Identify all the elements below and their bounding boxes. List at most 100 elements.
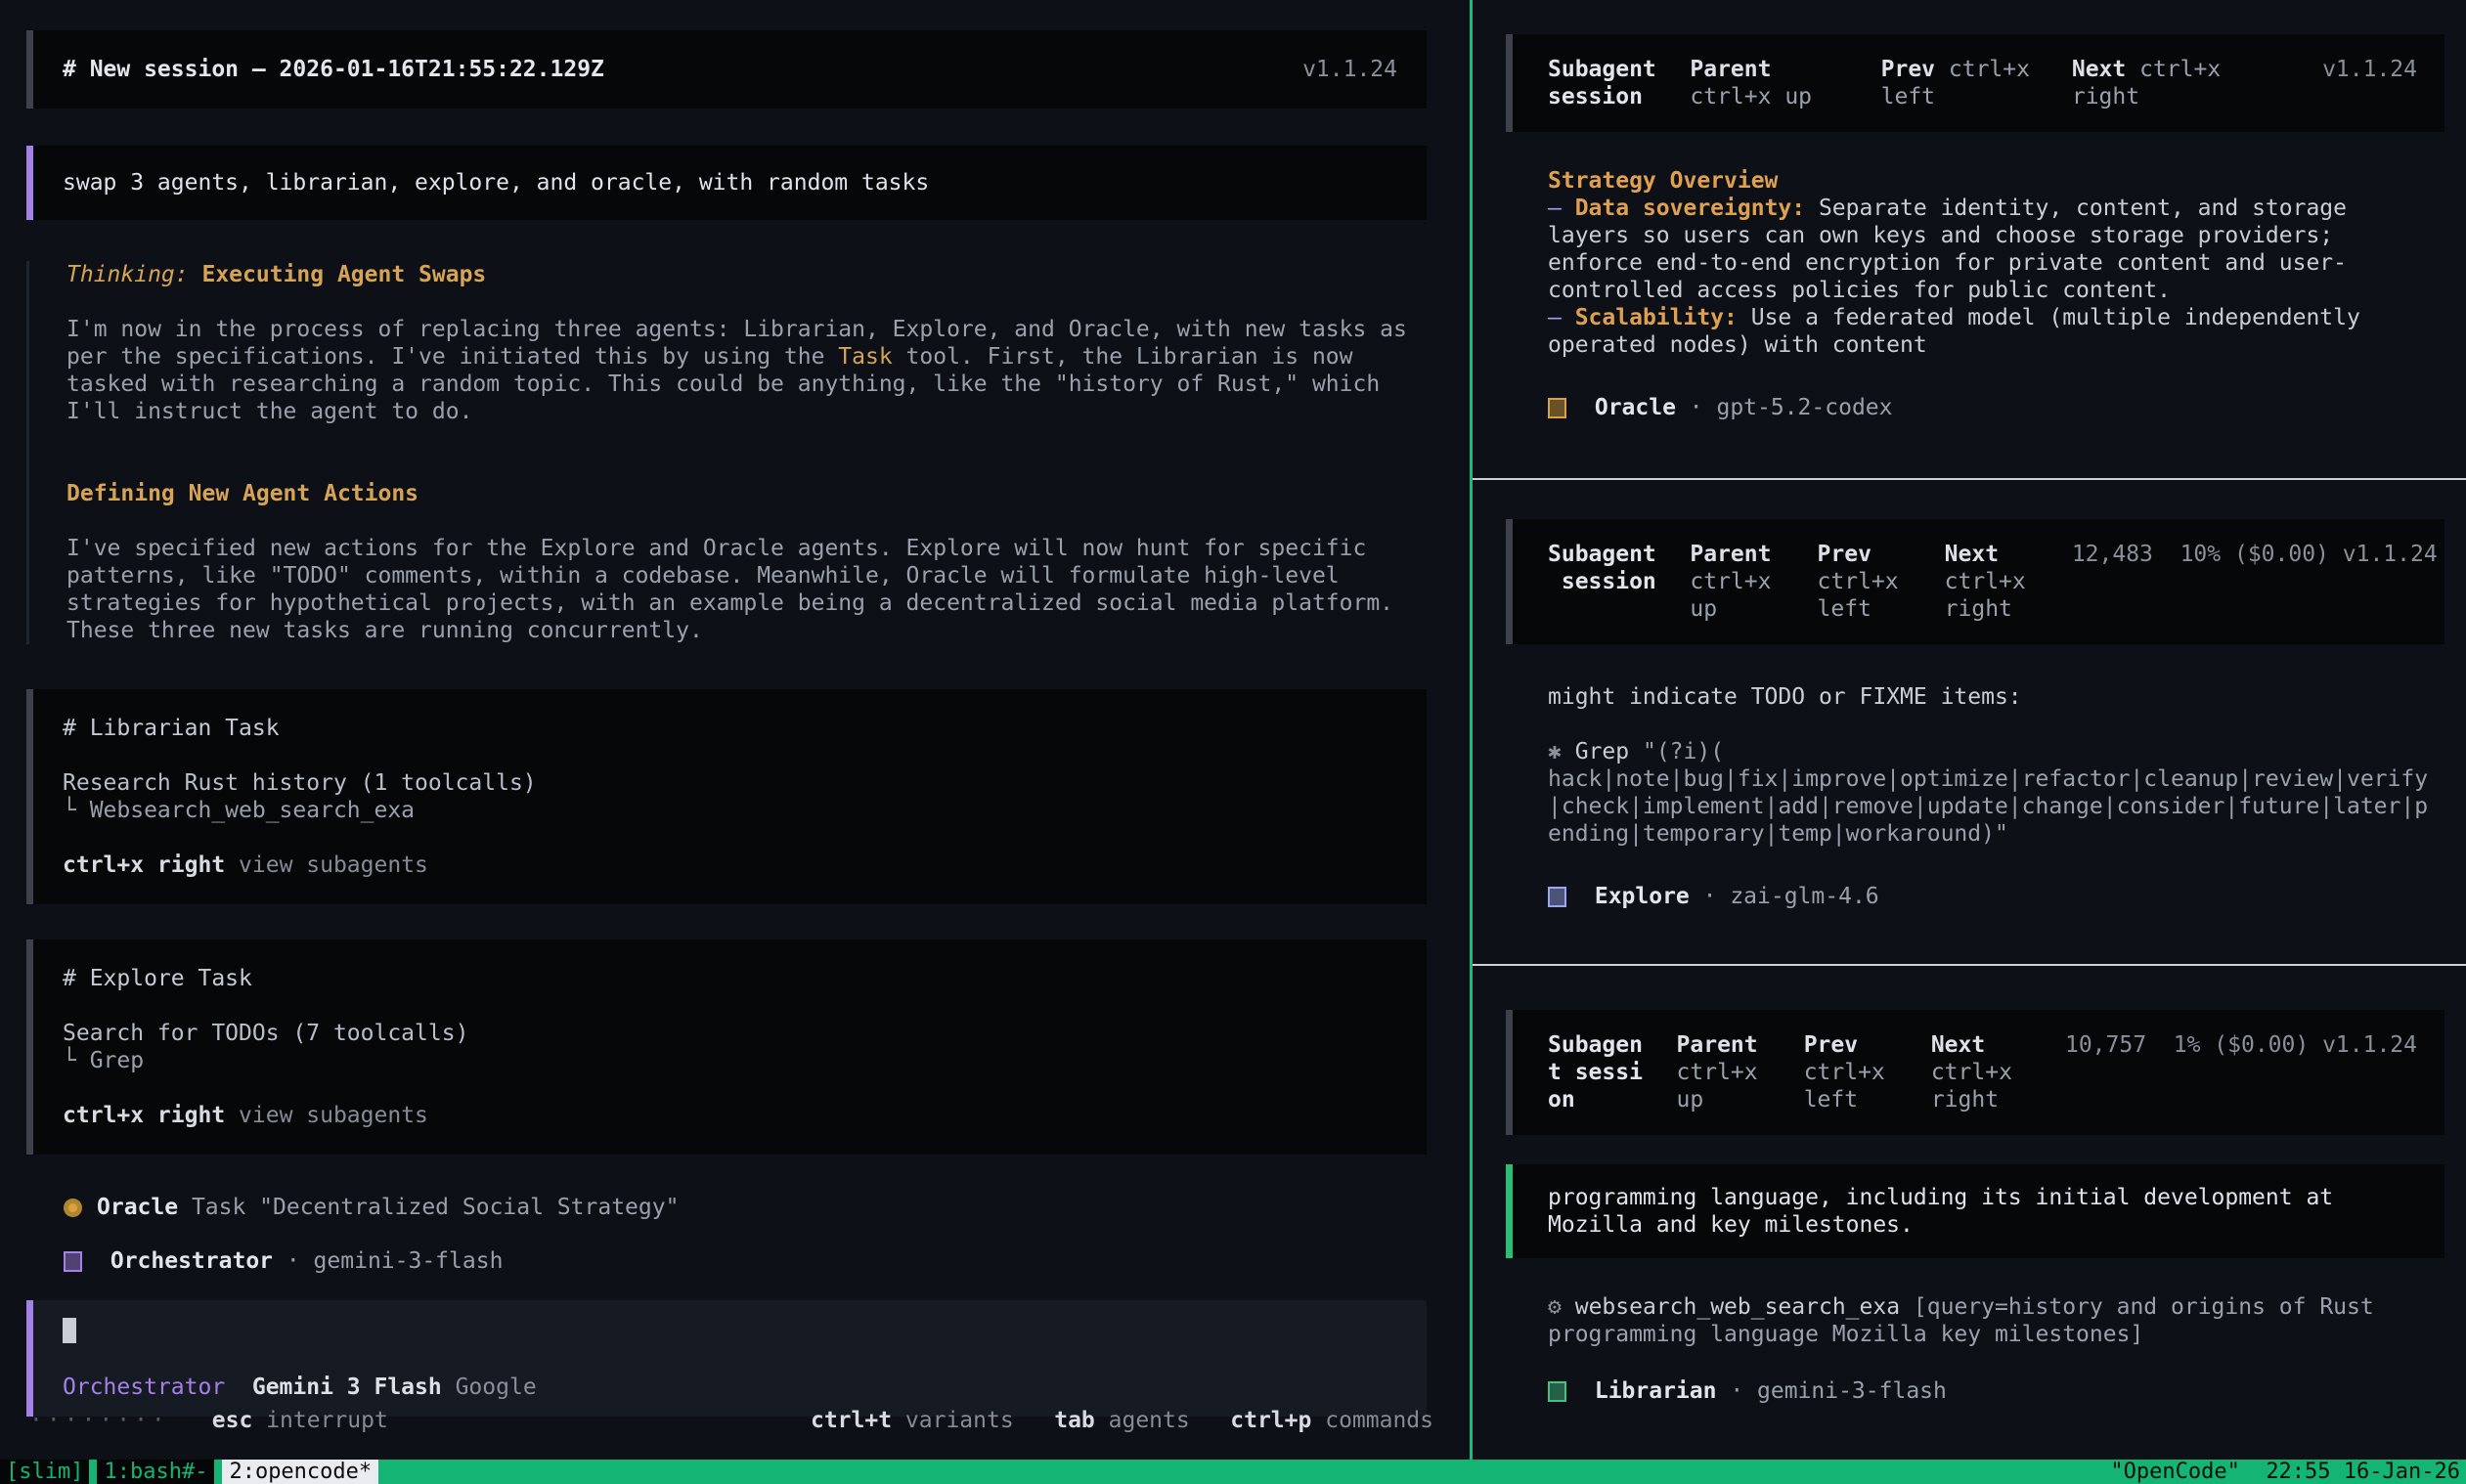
hint-label: view subagents: [239, 852, 428, 878]
thinking-heading-2: Defining New Agent Actions: [66, 480, 1428, 507]
thinking-label: Thinking:: [66, 262, 189, 287]
thinking-heading-row: Thinking: Executing Agent Swaps: [66, 261, 1428, 288]
nav-combo: ctrl+x right: [1945, 569, 2026, 622]
nav-combo: ctrl+x left: [1818, 569, 1899, 622]
subagent-meta: 12,483 10% ($0.00) v1.1.24: [2072, 541, 2438, 623]
strategy-label: Scalability:: [1575, 305, 1738, 330]
nav-combo: ctrl+x left: [1804, 1060, 1885, 1113]
prompt-input[interactable]: OrchestratorGemini 3 FlashGoogle: [26, 1300, 1427, 1417]
quote-text: programming language, including its init…: [1548, 1185, 2347, 1238]
hint-keybinding: ctrl+x right: [63, 1103, 225, 1128]
hint-label: view subagents: [239, 1103, 428, 1128]
task-title: # Explore Task: [63, 965, 1397, 992]
nav-key: Parent: [1677, 1032, 1758, 1058]
model-provider-label: Google: [456, 1375, 537, 1400]
nav-parent: Parent ctrl+x up: [1690, 541, 1783, 623]
keybinding-hint-bar: ········ esc interrupt ctrl+t variants t…: [29, 1407, 1433, 1434]
agents-hint: tab agents: [1054, 1407, 1190, 1434]
subagent-header: Subagent session Parent ctrl+x up Prev c…: [1506, 34, 2444, 132]
agent-detail: Task "Decentralized Social Strategy": [192, 1194, 680, 1221]
subagent-content: ⚙ websearch_web_search_exa [query=histor…: [1548, 1293, 2436, 1348]
tmux-window-opencode[interactable]: 2:opencode*: [222, 1460, 378, 1484]
tmux-window-bash[interactable]: 1:bash#-: [97, 1460, 214, 1484]
nav-combo: ctrl+x right: [1931, 1060, 2012, 1113]
task-toolcall: └ Websearch_web_search_exa: [63, 797, 1397, 824]
model-selector-row: OrchestratorGemini 3 FlashGoogle: [63, 1374, 1397, 1401]
agent-model: · gemini-3-flash: [1730, 1377, 1947, 1405]
nav-key: Prev: [1804, 1032, 1858, 1058]
commands-hint: ctrl+p commands: [1230, 1407, 1433, 1434]
subagent-pane-librarian: Subagen t sessi on Parent ctrl+x up Prev…: [1473, 966, 2466, 1460]
agent-name: Oracle: [1595, 394, 1676, 421]
subagent-header-title: Subagen t sessi on: [1548, 1031, 1643, 1113]
thinking-heading: Executing Agent Swaps: [201, 262, 486, 287]
user-message-text: swap 3 agents, librarian, explore, and o…: [63, 170, 929, 196]
hint-keybinding: ctrl+p: [1230, 1408, 1311, 1433]
agent-square-icon: [64, 1251, 82, 1272]
hint-keybinding: tab: [1054, 1408, 1095, 1433]
tmux-status-right: "OpenCode" 22:55 16-Jan-26: [2110, 1460, 2466, 1484]
nav-prev: Prev ctrl+x left: [1804, 1031, 1898, 1113]
strategy-item: — Scalability: Use a federated model (mu…: [1548, 304, 2436, 359]
nav-next: Next ctrl+x right: [2072, 56, 2229, 110]
oracle-status-line: Oracle Task "Decentralized Social Strate…: [64, 1194, 1470, 1221]
spacer: [66, 288, 1428, 316]
strategy-item: — Data sovereignty: Separate identity, c…: [1548, 195, 2436, 304]
subagent-meta: v1.1.24: [2322, 56, 2417, 110]
hint-label: commands: [1325, 1408, 1433, 1433]
subagent-identity: Librarian · gemini-3-flash: [1548, 1377, 2466, 1405]
subagent-pane-oracle: Subagent session Parent ctrl+x up Prev c…: [1473, 0, 2466, 480]
orchestrator-status-line: Orchestrator · gemini-3-flash: [64, 1247, 1470, 1275]
hint-keybinding: ctrl+t: [811, 1408, 892, 1433]
nav-combo: ctrl+x up: [1677, 1060, 1758, 1113]
nav-key: Parent: [1690, 57, 1771, 82]
tool-name: websearch_web_search_exa: [1575, 1294, 1900, 1320]
spacer: [63, 824, 1397, 851]
text-cursor: [63, 1318, 76, 1343]
tmux-session-name: [slim]: [0, 1460, 89, 1484]
task-hint: ctrl+x right view subagents: [63, 1102, 1397, 1129]
variants-hint: ctrl+t variants: [811, 1407, 1014, 1434]
subagent-panes: Subagent session Parent ctrl+x up Prev c…: [1473, 0, 2466, 1460]
explore-task-card: # Explore Task Search for TODOs (7 toolc…: [26, 939, 1427, 1155]
strategy-heading: Strategy Overview: [1548, 167, 2436, 195]
subagent-identity: Oracle · gpt-5.2-codex: [1548, 394, 2466, 421]
nav-key: Next: [1945, 542, 1999, 567]
tool-name: Grep: [1575, 739, 1629, 764]
nav-key: Next: [2072, 57, 2126, 82]
toolcall-websearch: ⚙ websearch_web_search_exa [query=histor…: [1548, 1293, 2436, 1348]
nav-parent: Parent ctrl+x up: [1677, 1031, 1771, 1113]
tool-argument: "(?i)( hack|note|bug|fix|improve|optimiz…: [1548, 739, 2428, 847]
toolcall-grep: ✱ Grep "(?i)( hack|note|bug|fix|improve|…: [1548, 738, 2436, 848]
spacer: [66, 507, 1428, 535]
nav-next: Next ctrl+x right: [1945, 541, 2039, 623]
hint-keybinding: esc: [212, 1408, 253, 1433]
task-title: # Librarian Task: [63, 715, 1397, 742]
interrupt-hint: esc interrupt: [212, 1407, 388, 1434]
subagent-header-title: Subagent session: [1548, 56, 1656, 110]
hint-label: variants: [905, 1408, 1014, 1433]
assistant-thinking: Thinking: Executing Agent Swaps I'm now …: [26, 261, 1428, 644]
task-toolcall: └ Grep: [63, 1047, 1397, 1074]
tmux-status-bar: [slim] 1:bash#- 2:opencode* "OpenCode" 2…: [0, 1460, 2466, 1484]
agent-name: Oracle: [97, 1194, 178, 1221]
input-line[interactable]: [63, 1318, 1397, 1346]
spacer: [63, 742, 1397, 769]
nav-key: Next: [1931, 1032, 1985, 1058]
agent-model: · gpt-5.2-codex: [1690, 394, 1893, 421]
nav-combo: ctrl+x up: [1690, 84, 1812, 109]
nav-parent: Parent ctrl+x up: [1690, 56, 1847, 110]
user-message: swap 3 agents, librarian, explore, and o…: [26, 146, 1427, 220]
thinking-paragraph-2: I've specified new actions for the Explo…: [66, 535, 1428, 644]
hint-label: interrupt: [266, 1408, 388, 1433]
subagent-quote-block: programming language, including its init…: [1506, 1164, 2444, 1258]
task-summary: Research Rust history (1 toolcalls): [63, 769, 1397, 797]
active-model-label: Gemini 3 Flash: [252, 1375, 442, 1400]
spacer: [66, 425, 1428, 480]
subagent-meta: 10,757 1% ($0.00) v1.1.24: [2065, 1031, 2417, 1113]
nav-key: Prev: [1818, 542, 1872, 567]
nav-prev: Prev ctrl+x left: [1881, 56, 2039, 110]
agent-name: Explore: [1595, 883, 1690, 910]
agent-model: · zai-glm-4.6: [1703, 883, 1879, 910]
gear-icon: ⚙: [1548, 1294, 1562, 1320]
